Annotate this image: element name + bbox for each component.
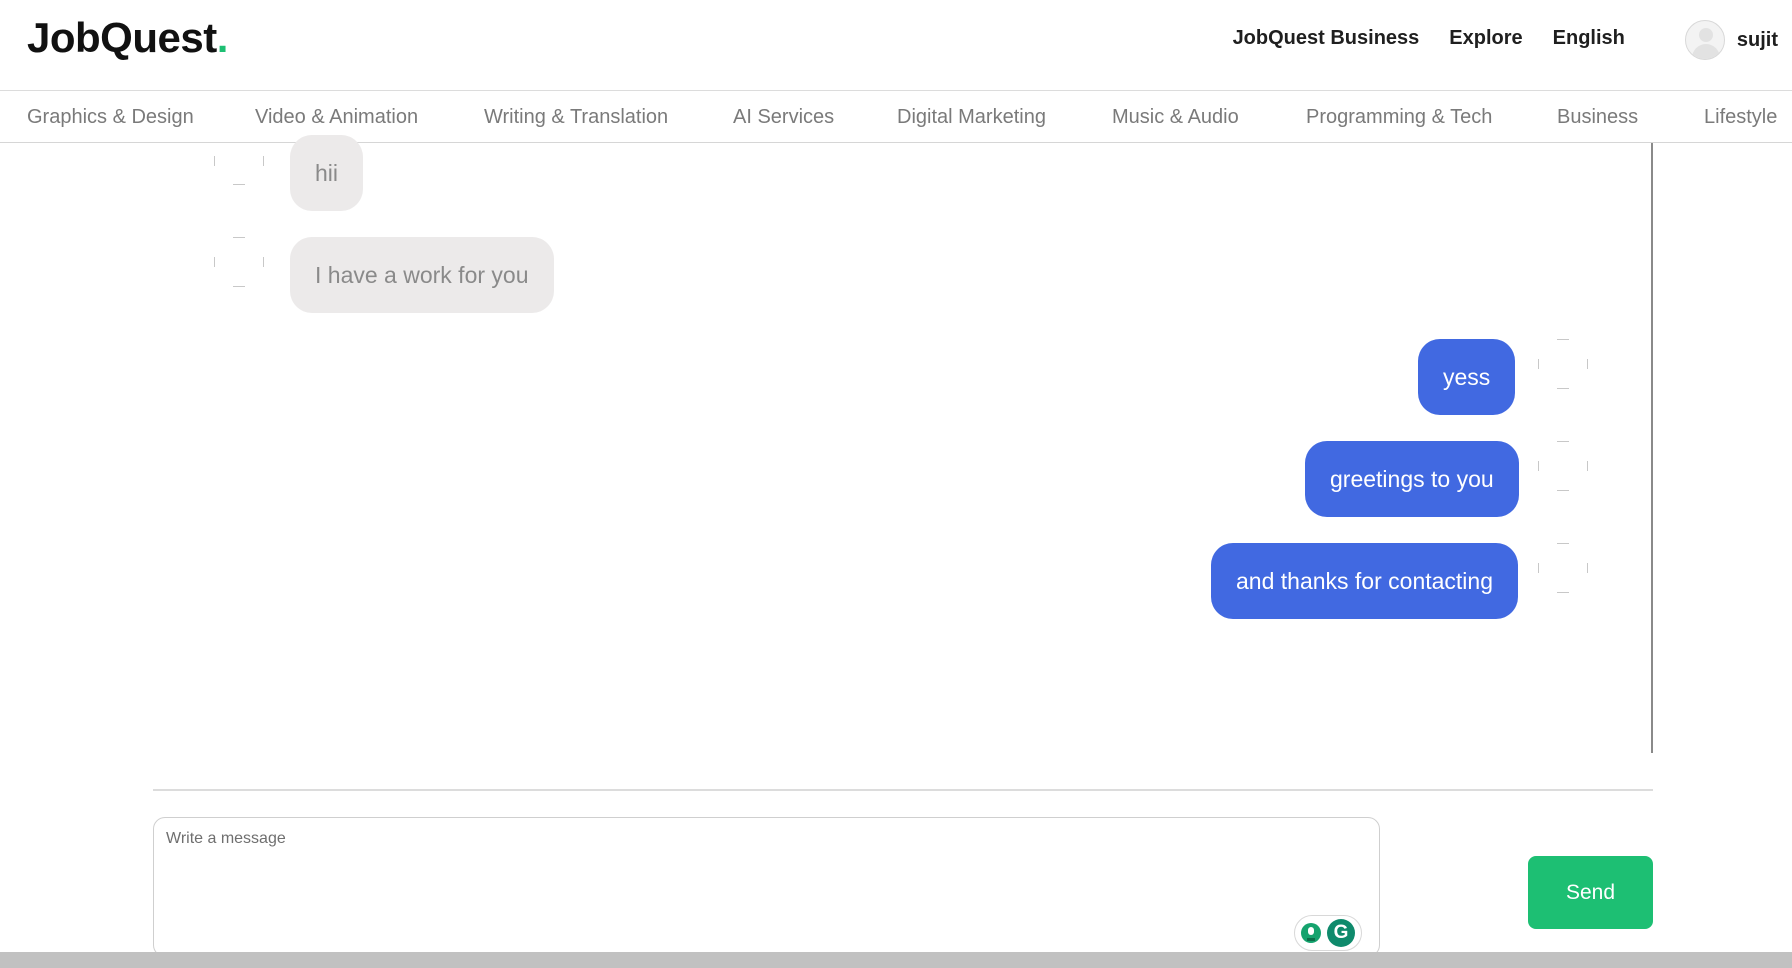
category-bar: Graphics & Design Video & Animation Writ… — [0, 91, 1792, 143]
message-composer: G — [153, 817, 1380, 957]
category-digital-marketing[interactable]: Digital Marketing — [897, 106, 1046, 129]
horizontal-scrollbar[interactable] — [0, 952, 1792, 968]
lightbulb-icon[interactable] — [1301, 923, 1321, 943]
category-music-audio[interactable]: Music & Audio — [1112, 106, 1239, 129]
message-text: hii — [315, 159, 339, 186]
sender-avatar — [1538, 543, 1588, 593]
grammarly-icon[interactable]: G — [1327, 919, 1355, 947]
message-bubble-outgoing: and thanks for contacting — [1211, 543, 1518, 619]
category-video-animation[interactable]: Video & Animation — [255, 106, 418, 129]
send-button[interactable]: Send — [1528, 856, 1653, 929]
sender-avatar — [214, 237, 264, 287]
chat-scroll-divider — [1651, 143, 1653, 753]
message-bubble-outgoing: yess — [1418, 339, 1516, 415]
logo[interactable]: JobQuest. — [27, 14, 228, 62]
category-writing-translation[interactable]: Writing & Translation — [484, 106, 668, 129]
nav-language[interactable]: English — [1553, 27, 1625, 50]
category-graphics-design[interactable]: Graphics & Design — [27, 106, 194, 129]
site-header: JobQuest. JobQuest Business Explore Engl… — [0, 0, 1792, 91]
logo-text: JobQuest — [27, 14, 217, 61]
user-menu[interactable]: sujit — [1684, 20, 1778, 60]
grammarly-widget[interactable]: G — [1294, 915, 1362, 951]
sender-avatar — [214, 144, 264, 194]
user-avatar[interactable] — [1684, 20, 1725, 60]
username[interactable]: sujit — [1737, 29, 1778, 52]
message-bubble-incoming: I have a work for you — [290, 237, 554, 313]
message-input[interactable] — [166, 830, 1356, 940]
logo-dot: . — [216, 14, 229, 61]
category-lifestyle[interactable]: Lifestyle — [1704, 106, 1777, 129]
sender-avatar — [1538, 339, 1588, 389]
message-text: I have a work for you — [315, 261, 529, 288]
top-nav: JobQuest Business Explore English sujit — [1203, 0, 1778, 80]
message-bubble-outgoing: greetings to you — [1305, 441, 1519, 517]
category-programming-tech[interactable]: Programming & Tech — [1306, 106, 1492, 129]
message-text: yess — [1443, 363, 1491, 390]
nav-explore[interactable]: Explore — [1449, 27, 1522, 50]
chat-messages[interactable]: hii I have a work for you yess greetings… — [0, 135, 1792, 753]
message-bubble-incoming: hii — [290, 135, 364, 211]
sender-avatar — [1538, 441, 1588, 491]
composer-divider — [153, 789, 1653, 791]
category-ai-services[interactable]: AI Services — [733, 106, 834, 129]
message-text: greetings to you — [1330, 465, 1494, 492]
category-business[interactable]: Business — [1557, 106, 1638, 129]
nav-jobquest-business[interactable]: JobQuest Business — [1233, 27, 1420, 50]
message-text: and thanks for contacting — [1236, 567, 1493, 594]
